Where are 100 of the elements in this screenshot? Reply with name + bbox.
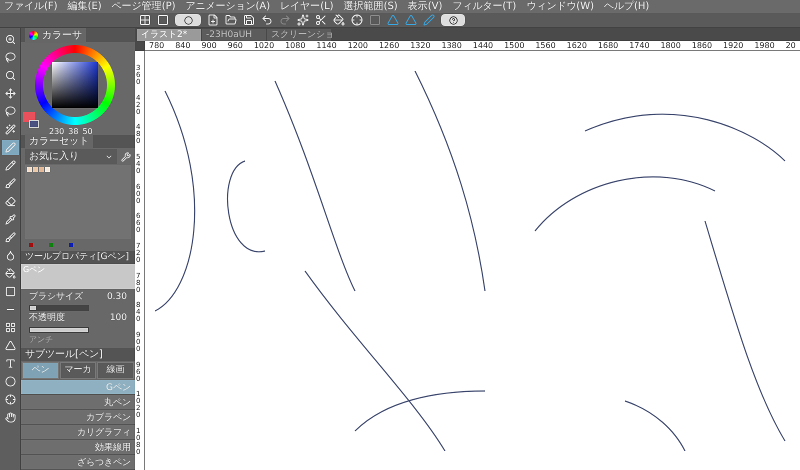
menu-item[interactable]: 選択範囲(S)	[344, 2, 398, 12]
ruler-label: 840	[175, 42, 190, 50]
ruler-label: 1800	[660, 42, 681, 50]
brush-item[interactable]: カブラペン	[21, 410, 135, 425]
menu-item[interactable]: フィルター(T)	[452, 2, 516, 12]
opacity-value[interactable]: 100	[110, 312, 127, 326]
tool-icon	[4, 376, 16, 387]
ruler-label: 960	[228, 42, 243, 50]
tool-icon	[4, 250, 16, 261]
brush-item[interactable]: 効果線用	[21, 440, 135, 455]
brush-size-value[interactable]: 0.30	[106, 290, 127, 304]
new-file-icon[interactable]	[207, 14, 219, 26]
document-tab[interactable]: イラスト2*	[137, 29, 201, 41]
ruler-label: 1920	[723, 42, 744, 50]
ruler-label: 1140	[316, 42, 337, 50]
main-color-swatch[interactable]	[23, 112, 35, 122]
menu-item[interactable]: 編集(E)	[68, 2, 102, 12]
tool-icon	[4, 358, 16, 369]
sub-tool-title: サブツール[ペン]	[25, 348, 103, 362]
tool-icon	[4, 322, 16, 333]
sub-tool-tab[interactable]: ペン	[22, 362, 59, 379]
color-swatch[interactable]	[39, 167, 44, 172]
ruler-label: 1560	[535, 42, 556, 50]
color-swatch[interactable]	[45, 167, 50, 172]
tool-icon	[4, 232, 16, 243]
color-swatch[interactable]	[29, 243, 33, 248]
tool-icon	[4, 412, 16, 423]
sub-color-swatch[interactable]	[29, 120, 39, 128]
tool-button[interactable]	[2, 140, 18, 155]
color-swatch[interactable]	[69, 243, 73, 248]
tool-icon	[4, 142, 16, 153]
bucket-icon[interactable]	[333, 14, 345, 26]
tool-icon	[4, 196, 16, 207]
ruler-label: 1980	[754, 42, 775, 50]
scissors-icon[interactable]	[315, 14, 327, 26]
help-button[interactable]	[441, 14, 465, 26]
ruler-label: 900	[201, 42, 217, 50]
ruler-label: 1320	[410, 42, 431, 50]
menu-item[interactable]: アニメーション(A)	[186, 2, 270, 12]
tool-icon	[4, 70, 16, 81]
menu-item[interactable]: 表示(V)	[408, 2, 442, 12]
save-icon[interactable]	[243, 14, 255, 26]
ruler-label: 1260	[378, 42, 400, 50]
tool-icon	[4, 286, 16, 297]
help-icon	[448, 16, 458, 24]
document-tab[interactable]: スクリーンショ	[267, 29, 331, 41]
layout-icon[interactable]	[139, 14, 151, 26]
ruler-label: 1200	[348, 42, 368, 50]
color-swatch[interactable]	[33, 167, 38, 172]
circle-icon	[184, 16, 192, 24]
ruler-label: 1680	[598, 42, 618, 50]
tool-icon	[4, 124, 16, 135]
sparkle-icon[interactable]	[297, 14, 309, 26]
color-swatch[interactable]	[49, 243, 53, 248]
saturation-value: 38	[68, 128, 78, 136]
tool-property-title: ツールプロパティ[Gペン]	[25, 250, 129, 264]
ruler-label: 20	[786, 42, 796, 50]
color-tab[interactable]: カラーサ	[25, 28, 86, 42]
menu-item[interactable]: レイヤー(L)	[280, 2, 334, 12]
color-swatch[interactable]	[27, 167, 32, 172]
ruler-label: 1080	[285, 42, 306, 50]
ruler-label: 1860	[692, 42, 712, 50]
tool-icon	[4, 268, 16, 279]
open-folder-icon[interactable]	[225, 14, 237, 26]
window-icon[interactable]	[157, 14, 169, 26]
tool-icon	[4, 52, 16, 63]
brush-item[interactable]: 丸ペン	[21, 395, 135, 410]
ruler-label: 1020	[254, 42, 274, 50]
ruler-label: 1740	[629, 42, 650, 50]
ruler-label: 1380	[442, 42, 462, 50]
tool-icon	[4, 106, 16, 117]
brush-size-label: ブラシサイズ	[29, 290, 83, 304]
hue-value: 230	[49, 128, 64, 136]
menu-item[interactable]: ウィンドウ(W)	[526, 2, 594, 12]
menu-item[interactable]: ページ管理(P)	[112, 2, 176, 12]
brush-item[interactable]: ざらつきペン	[21, 455, 135, 470]
menu-item[interactable]: ファイル(F)	[4, 2, 58, 12]
brush-size-slider[interactable]	[29, 305, 89, 311]
tool-icon	[4, 394, 16, 405]
color-set-tab[interactable]: カラーセット	[25, 134, 93, 150]
menu-item[interactable]: ヘルプ(H)	[604, 2, 650, 12]
ruler-label: 1620	[566, 42, 587, 50]
saturation-square[interactable]	[52, 62, 98, 108]
tool-icon	[4, 340, 16, 351]
ruler-label: 780	[149, 42, 164, 50]
opacity-label: 不透明度	[29, 312, 65, 325]
color-wheel-icon	[29, 30, 38, 40]
ruler-label: 1500	[504, 42, 524, 50]
tool-icon	[4, 88, 16, 99]
tool-icon	[4, 34, 16, 45]
antialias-label: アンチ	[29, 334, 54, 346]
tool-icon	[4, 214, 16, 225]
color-set-dropdown[interactable]: お気に入り	[25, 149, 117, 164]
sub-tool-tab[interactable]: 線画	[97, 362, 134, 379]
brush-item[interactable]: カリグラフィ	[21, 425, 135, 440]
tool-icon	[4, 160, 16, 171]
wrench-icon[interactable]	[121, 152, 131, 162]
sub-tool-tab[interactable]: マーカ	[60, 362, 96, 379]
document-tab[interactable]: -23H0aUH	[202, 29, 266, 41]
undo-icon[interactable]	[261, 14, 273, 26]
